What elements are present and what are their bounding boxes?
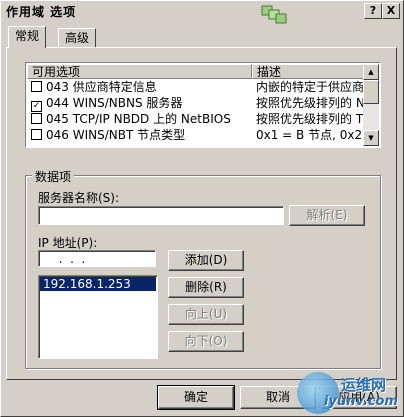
add-button[interactable]: 添加(D) — [168, 250, 244, 271]
checkbox[interactable] — [31, 113, 42, 124]
column-header-description[interactable]: 描述 — [252, 64, 363, 79]
scroll-up-arrow-icon[interactable]: ▲ — [363, 64, 379, 80]
resolve-button[interactable]: 解析(E) — [289, 205, 365, 226]
tab-advanced[interactable]: 高级 — [58, 28, 97, 47]
watermark-text-domain: iyunv.com — [324, 394, 398, 409]
option-name: 046 WINS/NBT 节点类型 — [46, 128, 186, 142]
group-title: 数据项 — [32, 168, 75, 185]
close-button[interactable]: X — [382, 3, 400, 19]
list-item[interactable]: 046 WINS/NBT 节点类型 0x1 = B 节点, 0x2 — [27, 127, 363, 143]
ip-list-item-selected[interactable]: 192.168.1.253 — [40, 277, 156, 291]
list-item[interactable]: 043 供应商特定信息 内嵌的特定于供应商 — [27, 79, 363, 95]
option-name: 043 供应商特定信息 — [46, 80, 157, 94]
checkbox[interactable] — [31, 81, 42, 92]
option-description: 按照优先级排列的 N — [256, 96, 363, 110]
scroll-down-arrow-icon[interactable]: ▼ — [363, 130, 379, 146]
server-name-label: 服务器名称(S): — [38, 191, 120, 205]
server-name-input[interactable] — [38, 206, 284, 225]
option-description: 按照优先级排列的 T — [256, 112, 363, 126]
move-up-button[interactable]: 向上(U) — [168, 304, 244, 325]
option-description: 内嵌的特定于供应商 — [256, 80, 363, 94]
options-list[interactable]: 可用选项 描述 043 供应商特定信息 内嵌的特定于供应商 ✓ 044 WINS/… — [25, 62, 381, 148]
title-bar[interactable]: 作用域 选项 ? X — [2, 2, 400, 24]
ip-address-label: IP 地址(P): — [38, 236, 98, 250]
option-name: 045 TCP/IP NBDD 上的 NetBIOS — [46, 112, 231, 126]
option-name: 044 WINS/NBNS 服务器 — [46, 96, 183, 110]
checkbox[interactable] — [31, 129, 42, 140]
scroll-thumb[interactable] — [363, 80, 379, 104]
option-description: 0x1 = B 节点, 0x2 — [256, 128, 363, 142]
help-button[interactable]: ? — [364, 3, 382, 19]
window-title: 作用域 选项 — [6, 5, 77, 19]
column-header-option[interactable]: 可用选项 — [27, 64, 252, 79]
list-item[interactable]: 045 TCP/IP NBDD 上的 NetBIOS 按照优先级排列的 T — [27, 111, 363, 127]
ip-address-list[interactable]: 192.168.1.253 — [38, 275, 158, 359]
vertical-scrollbar[interactable]: ▲ ▼ — [363, 64, 379, 146]
remove-button[interactable]: 删除(R) — [168, 277, 244, 298]
list-item[interactable]: ✓ 044 WINS/NBNS 服务器 按照优先级排列的 N — [27, 95, 363, 112]
ip-address-input[interactable]: . . . — [38, 250, 156, 267]
watermark-text-cn: 运维网 — [341, 376, 387, 394]
move-down-button[interactable]: 向下(O) — [168, 331, 244, 352]
app-logo-icon — [260, 4, 290, 24]
ok-button[interactable]: 确定 — [158, 386, 234, 409]
tab-general[interactable]: 常规 — [8, 26, 47, 48]
